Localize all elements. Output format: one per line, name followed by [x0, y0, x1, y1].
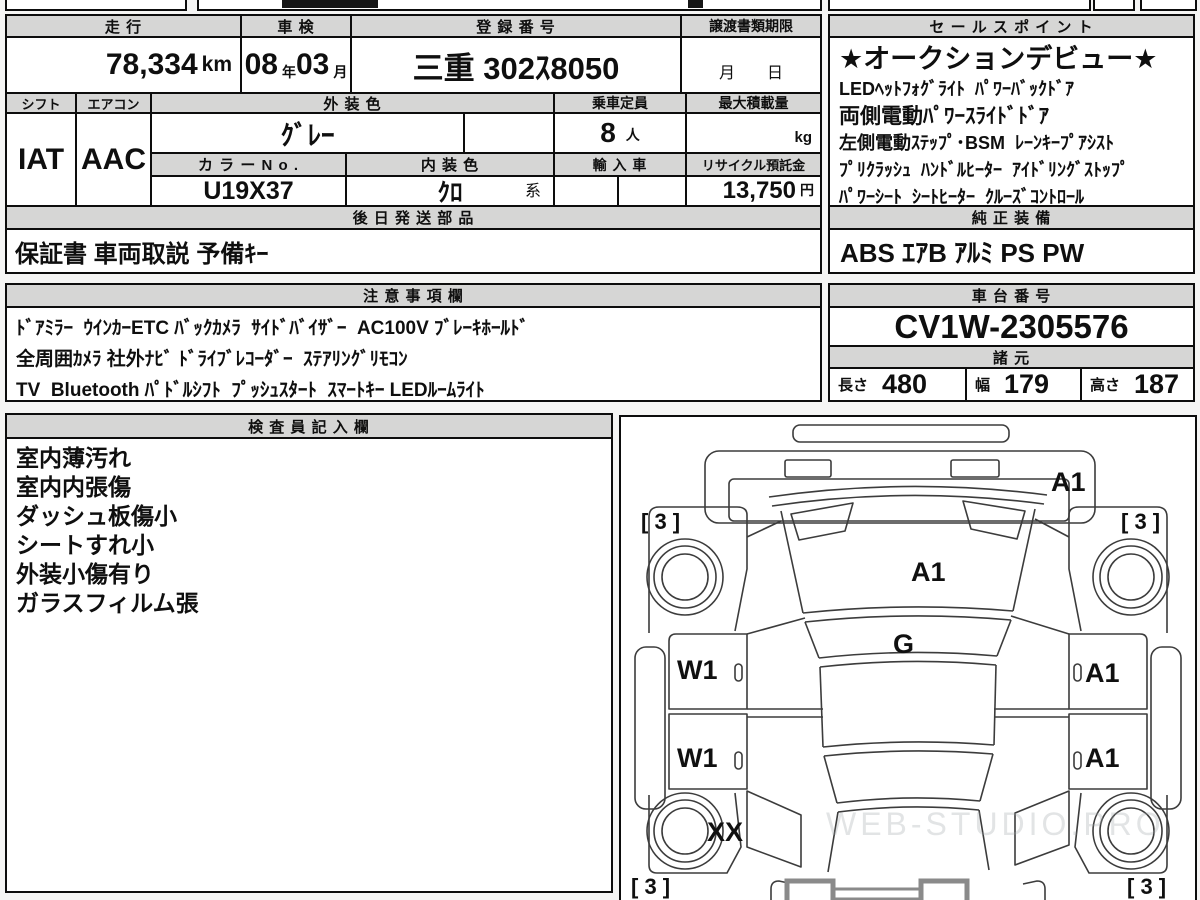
shaken-value: 08 年 03 月 — [240, 36, 352, 94]
registration-header: 登 録 番 号 — [350, 14, 682, 38]
spec-height-label: 高さ — [1090, 377, 1121, 394]
damage-diagram-box: WEB-STUDIO.PRO A1 A1 G W1 W1 A1 A1 XX [ … — [619, 415, 1197, 900]
spec-width-value: 179 — [1004, 369, 1050, 399]
inspector-note-line: 室内薄汚れ — [16, 445, 131, 471]
mark-left-slide-door: W1 — [677, 655, 718, 685]
genuine-equipment-value: ABS ｴｱB ｱﾙﾐ PS PW — [828, 228, 1195, 274]
shift-header: シフト — [5, 92, 77, 114]
tire-mark-front-right: [ 3 ] — [1127, 874, 1166, 899]
spec-width: 幅 179 — [965, 367, 1082, 402]
interior-color-value: ｸﾛ 系 — [345, 175, 555, 207]
exterior-color-empty-cell — [463, 112, 555, 154]
tire-mark-rear-right: [ 3 ] — [1121, 509, 1160, 534]
recycle-fee-value: 13,750 円 — [685, 175, 822, 207]
mark-left-rear-door: W1 — [677, 743, 718, 773]
tire-mark-rear-left: [ 3 ] — [641, 509, 680, 534]
top-row-remnant — [828, 0, 1091, 11]
tire-mark-front-left: [ 3 ] — [631, 874, 670, 899]
recycle-fee-unit: 円 — [800, 182, 814, 198]
sales-points-header: セ ー ル ス ポ イ ン ト — [828, 14, 1195, 38]
clipped-text-fragment — [688, 0, 703, 8]
exterior-color-value: ｸﾞﾚｰ — [150, 112, 465, 154]
capacity-value: 8 人 — [553, 112, 687, 154]
capacity-number: 8 — [600, 117, 616, 148]
spec-height: 高さ 187 — [1080, 367, 1195, 402]
sales-point-line: LEDﾍｯﾄﾌｫｸﾞﾗｲﾄ ﾊﾟﾜｰﾊﾞｯｸﾄﾞｱ — [839, 79, 1075, 99]
shaken-month: 03 — [296, 48, 330, 81]
spec-length-value: 480 — [882, 369, 928, 399]
inspector-note-line: ガラスフィルム張 — [16, 590, 199, 616]
mileage-number: 78,334 — [105, 48, 198, 81]
inspector-note-line: 室内内張傷 — [16, 474, 131, 500]
shaken-year-unit: 年 — [282, 64, 296, 80]
aircon-value: AAC — [75, 112, 152, 207]
import-car-cell-right — [617, 175, 687, 207]
note-line: ﾄﾞｱﾐﾗｰ ｳｲﾝｶｰETC ﾊﾞｯｸｶﾒﾗ ｻｲﾄﾞﾊﾞｲｻﾞｰ AC100… — [16, 318, 530, 339]
note-line: TV Bluetooth ﾊﾟﾄﾞﾙｼﾌﾄ ﾌﾟｯｼｭｽﾀｰﾄ ｽﾏｰﾄｷｰ L… — [16, 380, 485, 401]
sales-point-line: 両側電動ﾊﾟﾜｰｽﾗｲﾄﾞﾄﾞｱ — [839, 105, 1049, 128]
inspector-note-line: シートすれ小 — [16, 532, 154, 558]
later-parts-header: 後 日 発 送 部 品 — [5, 205, 822, 230]
inspector-note-line: ダッシュ板傷小 — [16, 503, 177, 529]
mark-right-rear-door: A1 — [1085, 743, 1120, 773]
spec-width-label: 幅 — [975, 377, 991, 394]
shaken-month-unit: 月 — [333, 64, 348, 80]
vehicle-diagram: WEB-STUDIO.PRO A1 A1 G W1 W1 A1 A1 XX [ … — [631, 424, 1182, 900]
later-parts-value: 保証書 車両取説 予備ｷｰ — [5, 228, 822, 274]
transfer-deadline-header: 譲渡書類期限 — [680, 14, 822, 38]
capacity-header: 乗車定員 — [553, 92, 687, 114]
import-car-cell-left — [553, 175, 619, 207]
max-load-header: 最大積載量 — [685, 92, 822, 114]
sales-point-line: 左側電動ｽﾃｯﾌﾟ･BSM ﾚｰﾝｷｰﾌﾟｱｼｽﾄ — [839, 133, 1114, 153]
mark-roof: G — [893, 629, 914, 659]
shaken-header: 車 検 — [240, 14, 352, 38]
watermark-text: WEB-STUDIO.PRO — [826, 806, 1165, 842]
inspector-note-line: 外装小傷有り — [16, 561, 154, 587]
top-row-remnant — [1093, 0, 1135, 11]
top-row-remnant — [5, 0, 187, 11]
notes-body: ﾄﾞｱﾐﾗｰ ｳｲﾝｶｰETC ﾊﾞｯｸｶﾒﾗ ｻｲﾄﾞﾊﾞｲｻﾞｰ AC100… — [5, 306, 822, 402]
clipped-text-fragment — [282, 0, 378, 8]
color-no-header: カ ラ ー N o . — [150, 152, 347, 177]
top-row-remnant — [1140, 0, 1197, 11]
mileage-unit: km — [201, 53, 232, 76]
aircon-header: エアコン — [75, 92, 152, 114]
genuine-equipment-header: 純 正 装 備 — [828, 205, 1195, 230]
recycle-fee-number: 13,750 — [722, 177, 796, 204]
interior-color-suffix: 系 — [524, 183, 541, 200]
inspector-notes-body: 室内薄汚れ 室内内張傷 ダッシュ板傷小 シートすれ小 外装小傷有り ガラスフィル… — [5, 437, 613, 893]
shaken-year: 08 — [244, 48, 278, 81]
transfer-deadline-value: 月 日 — [680, 36, 822, 94]
shift-value: IAT — [5, 112, 77, 207]
chassis-no-header: 車 台 番 号 — [828, 283, 1195, 308]
spec-length: 長さ 480 — [828, 367, 967, 402]
registration-value: 三重 302ｽ8050 — [350, 36, 682, 94]
mileage-header: 走 行 — [5, 14, 242, 38]
mark-left-front-fender: XX — [707, 817, 743, 847]
color-no-value: U19X37 — [150, 175, 347, 207]
note-line: 全周囲ｶﾒﾗ 社外ﾅﾋﾞ ﾄﾞﾗｲﾌﾞﾚｺｰﾀﾞｰ ｽﾃｱﾘﾝｸﾞﾘﾓｺﾝ — [16, 349, 408, 370]
sales-point-line: ﾌﾟﾘｸﾗｯｼｭ ﾊﾝﾄﾞﾙﾋｰﾀｰ ｱｲﾄﾞﾘﾝｸﾞｽﾄｯﾌﾟ — [839, 160, 1130, 180]
auction-sheet: 走 行 車 検 登 録 番 号 譲渡書類期限 78,334 km 08 年 03… — [0, 0, 1200, 900]
sales-point-line: ★オークションデビュー★ — [839, 44, 1158, 74]
mark-rear-gate: A1 — [1051, 467, 1086, 497]
mark-rear-window: A1 — [911, 557, 946, 587]
mileage-value: 78,334 km — [5, 36, 242, 94]
specs-header: 諸 元 — [828, 345, 1195, 369]
chassis-no-value: CV1W-2305576 — [828, 306, 1195, 347]
sales-points-body: ★オークションデビュー★ LEDﾍｯﾄﾌｫｸﾞﾗｲﾄ ﾊﾟﾜｰﾊﾞｯｸﾄﾞｱ 両… — [828, 36, 1195, 207]
recycle-fee-header: リサイクル預託金 — [685, 152, 822, 177]
notes-header: 注 意 事 項 欄 — [5, 283, 822, 308]
inspector-notes-header: 検 査 員 記 入 欄 — [5, 413, 613, 439]
import-car-header: 輸 入 車 — [553, 152, 687, 177]
interior-color-text: ｸﾛ — [437, 179, 463, 207]
max-load-value: kg — [685, 112, 822, 154]
mark-right-slide-door: A1 — [1085, 658, 1120, 688]
spec-height-value: 187 — [1134, 369, 1180, 399]
capacity-unit: 人 — [625, 127, 640, 143]
exterior-color-header: 外 装 色 — [150, 92, 555, 114]
spec-length-label: 長さ — [838, 377, 869, 394]
bumper-bars — [833, 887, 921, 900]
